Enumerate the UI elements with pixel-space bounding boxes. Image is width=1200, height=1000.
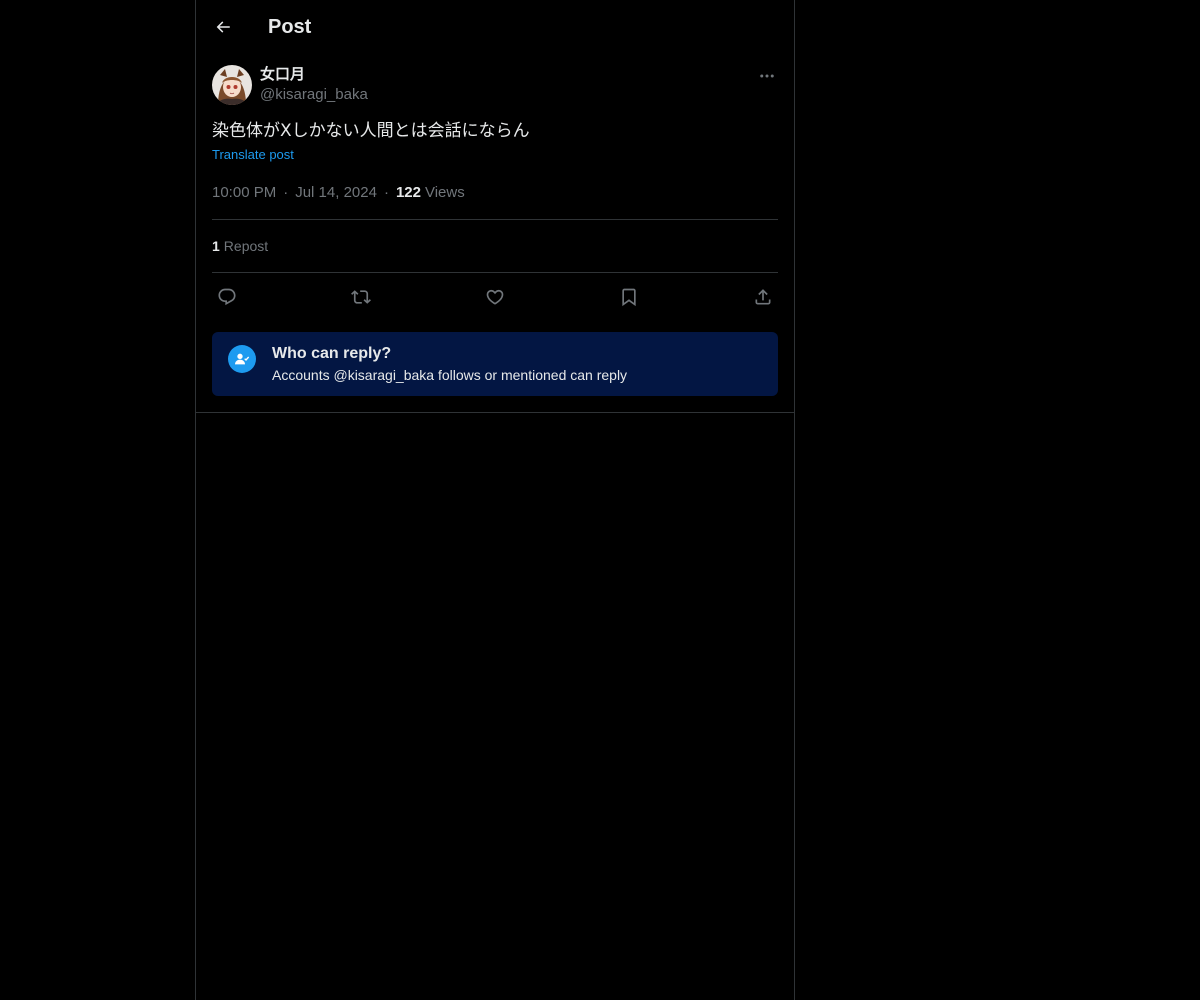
author-info: 女口月 @kisaragi_baka xyxy=(260,65,368,105)
repost-button[interactable] xyxy=(350,286,372,308)
translate-post-link[interactable]: Translate post xyxy=(212,147,294,163)
user-check-icon xyxy=(228,345,256,373)
post-meta: 10:00 PM · Jul 14, 2024 · 122 Views xyxy=(212,183,778,220)
repost-label: Repost xyxy=(223,238,269,254)
more-options-button[interactable] xyxy=(756,65,778,87)
share-button[interactable] xyxy=(752,286,774,308)
views-count: 122 xyxy=(395,184,421,201)
reply-restriction-title: Who can reply? xyxy=(272,345,392,362)
reply-restriction-notice: Who can reply? Accounts @kisaragi_baka f… xyxy=(212,332,778,396)
more-icon xyxy=(760,74,774,78)
reply-restriction-text: Who can reply? Accounts @kisaragi_baka f… xyxy=(272,344,627,386)
section-divider xyxy=(196,412,794,413)
post-time[interactable]: 10:00 PM xyxy=(212,183,276,203)
author-name[interactable]: 女口月 xyxy=(260,65,368,85)
share-icon xyxy=(755,289,771,305)
like-icon xyxy=(486,289,504,305)
repost-icon xyxy=(351,290,371,304)
bookmark-button[interactable] xyxy=(618,286,640,308)
author-row: 女口月 @kisaragi_baka xyxy=(212,65,778,117)
main-column: Post 女口月 @kisaragi_baka 染色体がXしかない人間とは会話に… xyxy=(195,0,795,1000)
page-title: Post xyxy=(268,15,312,38)
action-bar xyxy=(212,273,778,321)
back-button[interactable] xyxy=(212,16,234,38)
author-handle[interactable]: @kisaragi_baka xyxy=(260,85,368,105)
separator-dot: · xyxy=(383,184,389,201)
repost-count: 1 xyxy=(212,238,220,254)
separator-dot: · xyxy=(283,184,289,201)
views-label: Views xyxy=(424,184,465,201)
post-date[interactable]: Jul 14, 2024 xyxy=(295,183,377,203)
avatar-image xyxy=(212,65,252,105)
page-header: Post xyxy=(196,0,794,54)
like-button[interactable] xyxy=(484,286,506,308)
post-detail: 女口月 @kisaragi_baka 染色体がXしかない人間とは会話にならん T… xyxy=(196,65,794,413)
reply-button[interactable] xyxy=(216,286,238,308)
avatar[interactable] xyxy=(212,65,252,105)
reply-restriction-description: Accounts @kisaragi_baka follows or menti… xyxy=(272,367,628,383)
arrow-left-icon xyxy=(216,21,230,33)
repost-stats[interactable]: 1 Repost xyxy=(212,220,778,273)
bookmark-icon xyxy=(622,288,636,307)
reply-icon xyxy=(218,288,236,306)
post-text: 染色体がXしかない人間とは会話にならん xyxy=(212,121,530,141)
